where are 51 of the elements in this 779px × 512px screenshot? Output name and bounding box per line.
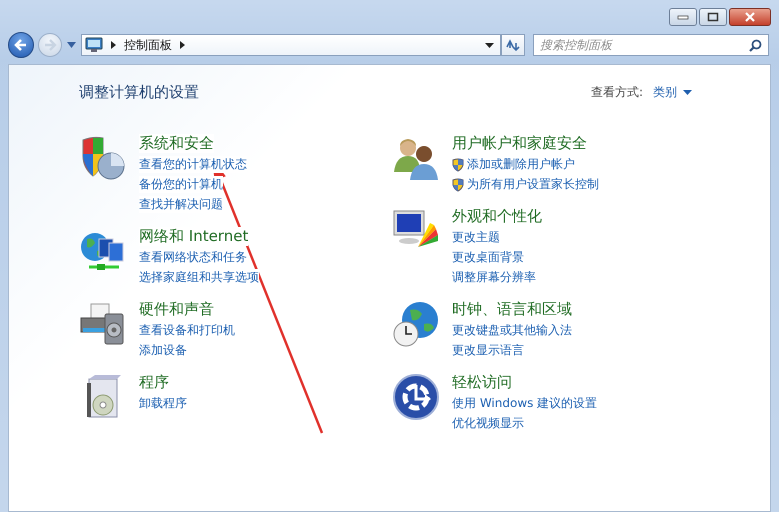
task-link[interactable]: 查找并解决问题 [139,196,223,213]
close-icon [744,12,756,22]
breadcrumb-item[interactable]: 控制面板 [124,36,172,54]
control-panel-icon [85,37,103,53]
category-link[interactable]: 程序 [139,373,169,392]
forward-arrow-icon [43,38,57,52]
category-link[interactable]: 轻松访问 [452,373,512,392]
task-link[interactable]: 更改显示语言 [452,342,524,359]
view-by-label: 查看方式: [590,84,643,101]
close-button[interactable] [729,8,771,26]
maximize-icon [707,12,719,22]
task-link[interactable]: 优化视频显示 [452,415,524,432]
task-link[interactable]: 使用 Windows 建议的设置 [452,395,598,412]
task-link[interactable]: 调整屏幕分辨率 [452,269,536,286]
category-link[interactable]: 时钟、语言和区域 [452,300,572,319]
shield-icon [452,158,464,172]
chevron-right-icon [111,41,116,49]
maximize-button[interactable] [699,8,727,26]
dropdown-caret-icon[interactable] [67,42,76,48]
globe-clock-icon [392,300,440,348]
search-icon [749,39,762,52]
task-link[interactable]: 备份您的计算机 [139,176,223,193]
minimize-button[interactable] [669,8,697,26]
category-link[interactable]: 外观和个性化 [452,207,542,226]
address-bar[interactable]: 控制面板 [81,34,501,56]
task-link[interactable]: 添加或删除用户帐户 [467,156,575,173]
chevron-right-icon [180,41,185,49]
refresh-button[interactable] [501,34,525,56]
shield-icon [452,178,464,192]
back-arrow-icon [14,38,28,52]
task-link[interactable]: 选择家庭组和共享选项 [139,269,259,286]
accessibility-circle-icon [392,373,440,421]
category-link[interactable]: 硬件和声音 [139,300,214,319]
category-link[interactable]: 系统和安全 [139,134,214,153]
minimize-icon [677,14,689,20]
task-link[interactable]: 更改主题 [452,229,500,246]
task-link[interactable]: 更改键盘或其他输入法 [452,322,572,339]
view-by-dropdown[interactable]: 类别 [653,84,692,101]
task-link[interactable]: 查看设备和打印机 [139,322,235,339]
task-link[interactable]: 为所有用户设置家长控制 [467,176,599,193]
back-button[interactable] [8,32,34,58]
page-title: 调整计算机的设置 [79,83,199,102]
task-link[interactable]: 查看网络状态和任务 [139,249,247,266]
task-link[interactable]: 更改桌面背景 [452,249,524,266]
search-field[interactable]: 搜索控制面板 [533,34,769,56]
category-link[interactable]: 用户帐户和家庭安全 [452,134,587,153]
dropdown-caret-icon [485,42,494,48]
task-link[interactable]: 查看您的计算机状态 [139,156,247,173]
refresh-arrows-icon [505,38,521,52]
dropdown-caret-icon [683,90,692,95]
category-link[interactable]: 网络和 Internet [139,227,248,246]
